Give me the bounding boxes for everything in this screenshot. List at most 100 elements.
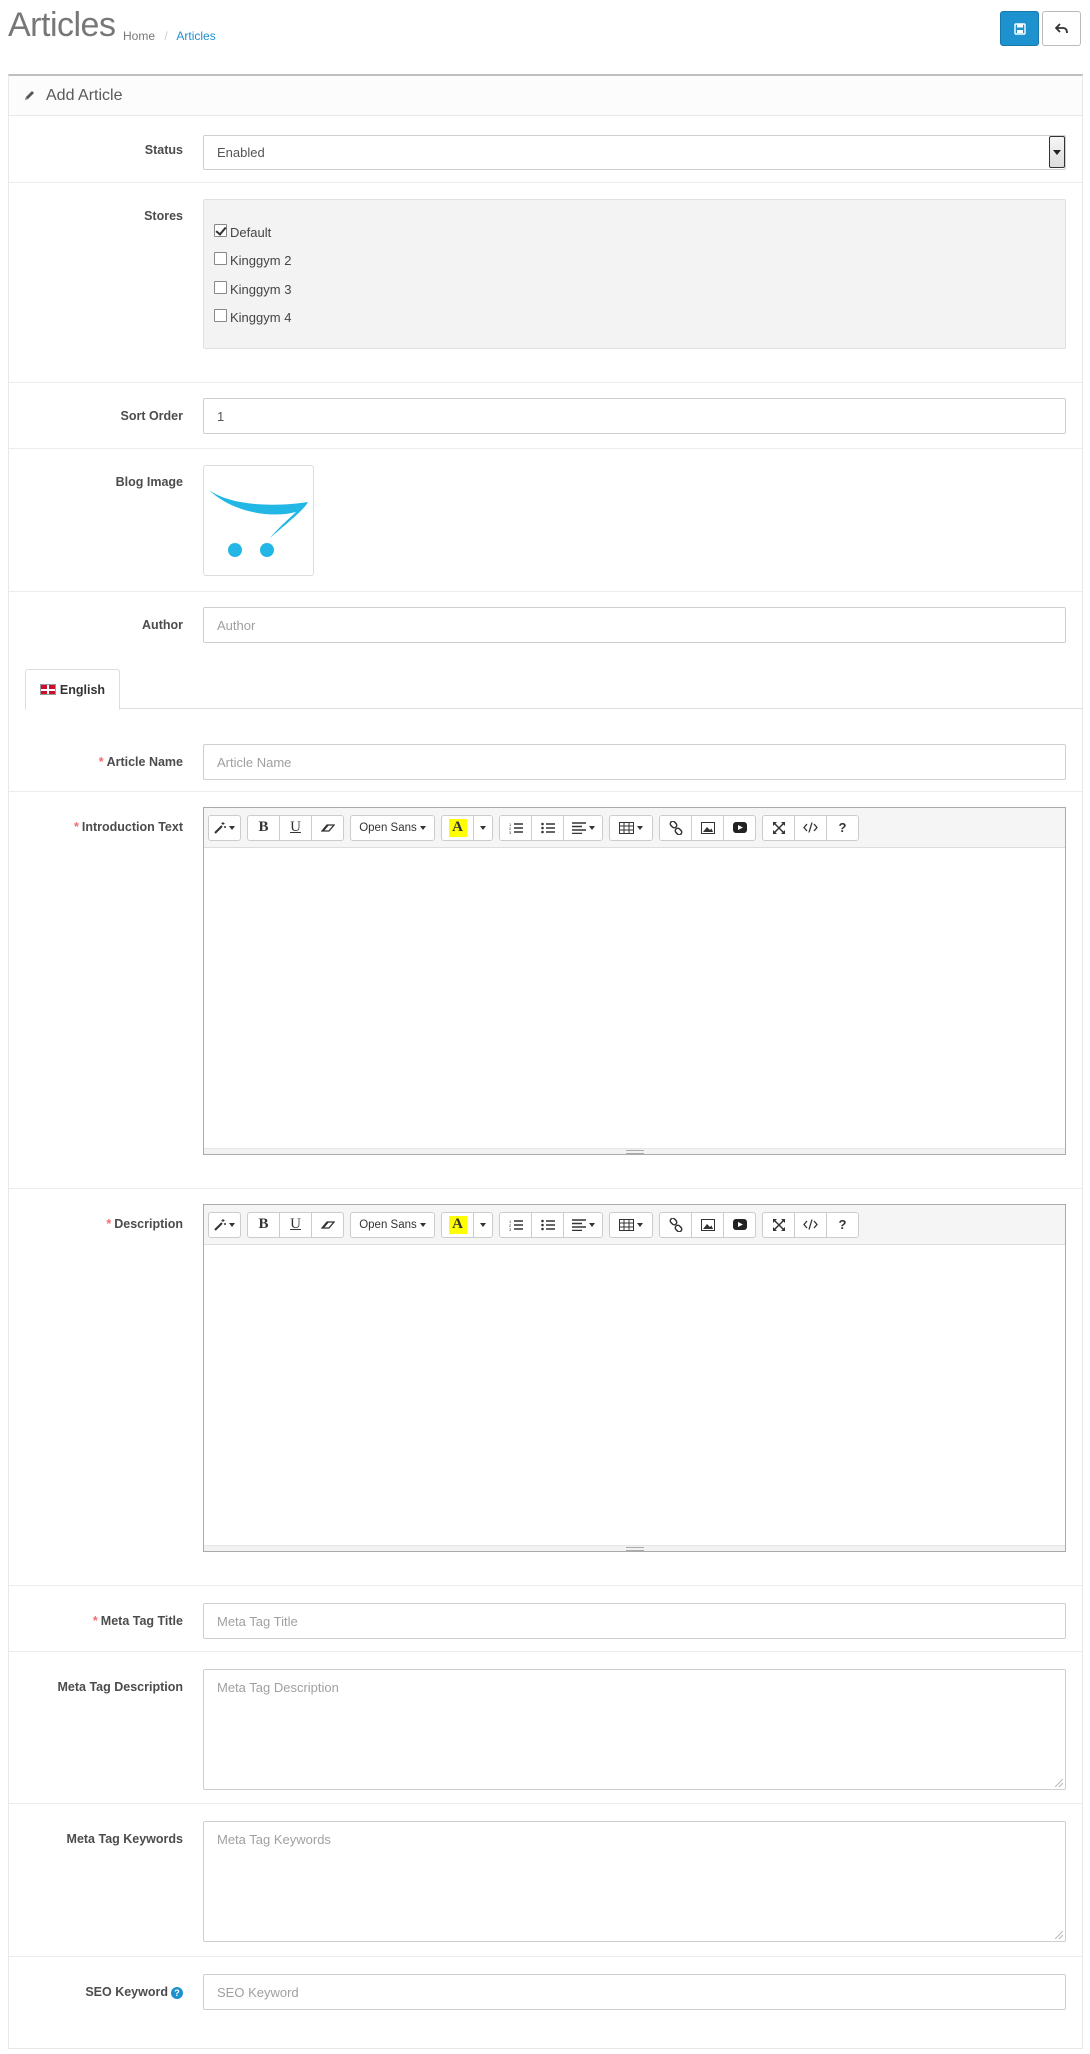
- meta-description-label: Meta Tag Description: [57, 1680, 183, 1694]
- link-button[interactable]: [659, 814, 692, 841]
- panel-title: Add Article: [46, 86, 123, 104]
- breadcrumb: Home / Articles: [123, 29, 216, 43]
- introduction-text-editor[interactable]: B U Open Sans A 1 2 3 ?: [203, 807, 1066, 1155]
- fullscreen-icon: [772, 1218, 785, 1231]
- breadcrumb-articles-link[interactable]: Articles: [176, 29, 215, 43]
- paragraph-align-button[interactable]: [563, 1211, 603, 1238]
- bold-button[interactable]: B: [247, 814, 280, 841]
- code-view-button[interactable]: [794, 814, 827, 841]
- clear-format-button[interactable]: [311, 814, 344, 841]
- author-input[interactable]: Author: [203, 607, 1066, 643]
- store-label: Default: [230, 224, 272, 240]
- back-button[interactable]: [1042, 11, 1081, 46]
- picture-icon: [700, 821, 715, 834]
- style-button[interactable]: [208, 814, 241, 841]
- style-button[interactable]: [208, 1211, 241, 1238]
- underline-button[interactable]: U: [279, 1211, 312, 1238]
- meta-keywords-textarea[interactable]: Meta Tag Keywords: [203, 1821, 1066, 1942]
- article-name-input[interactable]: Article Name: [203, 744, 1066, 780]
- editor-resize-bar[interactable]: [204, 1545, 1065, 1551]
- color-dropdown-button[interactable]: [473, 1211, 493, 1238]
- paragraph-align-button[interactable]: [563, 814, 603, 841]
- store-label: Kinggym 3: [230, 281, 292, 297]
- description-row: * Description B U Open Sans A 1 2 3 ?: [9, 1189, 1082, 1586]
- help-icon: ?: [838, 1217, 847, 1232]
- store-item-kinggym-4[interactable]: Kinggym 4: [214, 304, 1055, 333]
- ordered-list-icon: 123: [509, 1219, 523, 1231]
- editor-toolbar: B U Open Sans A 1 2 3 ?: [204, 808, 1065, 848]
- align-left-icon: [571, 821, 586, 834]
- editor-toolbar: B U Open Sans A 1 2 3 ?: [204, 1205, 1065, 1245]
- meta-title-input[interactable]: Meta Tag Title: [203, 1603, 1066, 1639]
- picture-button[interactable]: [691, 1211, 724, 1238]
- seo-keyword-label: SEO Keyword?: [13, 1985, 183, 1999]
- store-item-kinggym-3[interactable]: Kinggym 3: [214, 275, 1055, 304]
- required-marker: *: [106, 1217, 112, 1231]
- reply-icon: [1055, 22, 1068, 33]
- editor-resize-bar[interactable]: [204, 1148, 1065, 1154]
- unordered-list-button[interactable]: [531, 1211, 564, 1238]
- store-checkbox-kinggym-3[interactable]: [214, 280, 227, 294]
- description-editable-area[interactable]: [204, 1245, 1065, 1545]
- store-checkbox-kinggym-4[interactable]: [214, 309, 227, 323]
- video-button[interactable]: [723, 814, 756, 841]
- save-button[interactable]: [1000, 11, 1039, 46]
- svg-text:3: 3: [509, 830, 512, 834]
- unordered-list-icon: [540, 822, 555, 833]
- clear-format-button[interactable]: [311, 1211, 344, 1238]
- code-icon: [803, 822, 818, 833]
- description-editor[interactable]: B U Open Sans A 1 2 3 ?: [203, 1204, 1066, 1552]
- store-checkbox-default[interactable]: [214, 223, 227, 237]
- status-select[interactable]: Enabled: [203, 135, 1066, 170]
- author-label: Author: [142, 618, 183, 632]
- sort-order-input[interactable]: 1: [203, 398, 1066, 434]
- ordered-list-button[interactable]: 123: [499, 814, 532, 841]
- tab-english-label: English: [59, 682, 106, 697]
- meta-description-placeholder: Meta Tag Description: [217, 1680, 339, 1695]
- fullscreen-button[interactable]: [762, 1211, 795, 1238]
- question-circle-icon[interactable]: ?: [171, 1986, 183, 1999]
- recent-color-button[interactable]: A: [441, 814, 474, 841]
- introduction-text-editable-area[interactable]: [204, 848, 1065, 1148]
- bold-button[interactable]: B: [247, 1211, 280, 1238]
- picture-button[interactable]: [691, 814, 724, 841]
- tab-english[interactable]: English: [25, 669, 120, 710]
- article-name-row: * Article Name Article Name: [9, 727, 1082, 792]
- picture-icon: [700, 1218, 715, 1231]
- article-name-label-text: Article Name: [106, 755, 183, 769]
- fullscreen-button[interactable]: [762, 814, 795, 841]
- code-view-button[interactable]: [794, 1211, 827, 1238]
- recent-color-button[interactable]: A: [441, 1211, 474, 1238]
- ordered-list-button[interactable]: 123: [499, 1211, 532, 1238]
- help-button[interactable]: ?: [826, 814, 859, 841]
- breadcrumb-home-link[interactable]: Home: [123, 29, 155, 43]
- unordered-list-button[interactable]: [531, 814, 564, 841]
- status-label: Status: [144, 143, 183, 157]
- font-name-dropdown[interactable]: Open Sans: [350, 1211, 435, 1238]
- underline-button[interactable]: U: [279, 814, 312, 841]
- uk-flag-icon: [39, 684, 56, 695]
- resize-grip-icon[interactable]: [1055, 1931, 1063, 1939]
- status-select-value: Enabled: [203, 135, 1066, 170]
- blog-image-thumbnail[interactable]: [203, 465, 314, 576]
- resize-grip-icon[interactable]: [1055, 1779, 1063, 1787]
- seo-keyword-input[interactable]: SEO Keyword: [203, 1974, 1066, 2010]
- color-dropdown-button[interactable]: [473, 814, 493, 841]
- store-item-kinggym-2[interactable]: Kinggym 2: [214, 247, 1055, 276]
- store-checkbox-kinggym-2[interactable]: [214, 252, 227, 266]
- table-button[interactable]: [609, 1211, 653, 1238]
- font-name-dropdown[interactable]: Open Sans: [350, 814, 435, 841]
- meta-title-label-text: Meta Tag Title: [100, 1614, 183, 1628]
- help-icon: ?: [838, 820, 847, 835]
- store-label: Kinggym 2: [230, 253, 292, 269]
- description-label-text: Description: [114, 1217, 183, 1231]
- video-button[interactable]: [723, 1211, 756, 1238]
- store-item-default[interactable]: Default: [214, 218, 1055, 247]
- svg-text:3: 3: [509, 1227, 512, 1231]
- link-button[interactable]: [659, 1211, 692, 1238]
- meta-description-textarea[interactable]: Meta Tag Description: [203, 1669, 1066, 1790]
- table-button[interactable]: [609, 814, 653, 841]
- fullscreen-icon: [772, 821, 785, 834]
- video-icon: [732, 822, 747, 833]
- help-button[interactable]: ?: [826, 1211, 859, 1238]
